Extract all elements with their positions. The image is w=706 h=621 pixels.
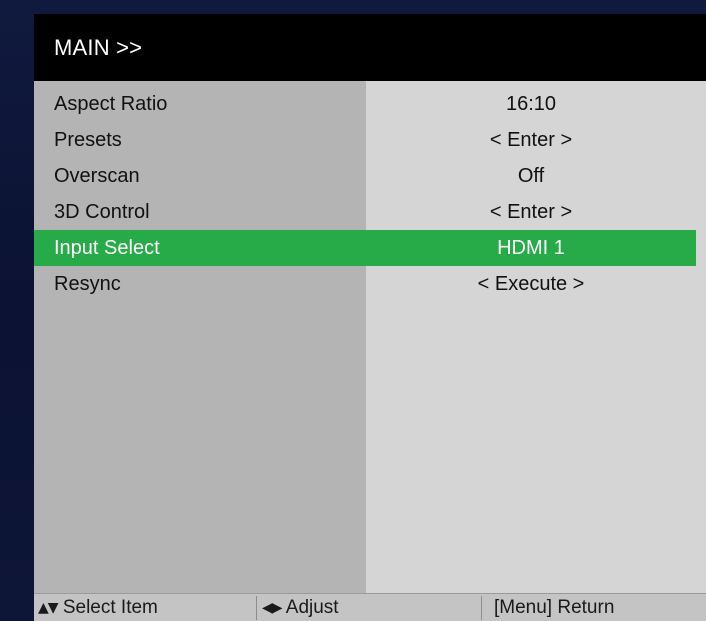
menu-item-value[interactable]: 16:10 bbox=[366, 86, 696, 122]
hint-adjust: ◀▶ Adjust bbox=[262, 594, 339, 621]
up-down-arrow-icon: ▲▼ bbox=[38, 600, 59, 616]
key-hint-bar: ▲▼ Select Item ◀▶ Adjust [Menu] Return bbox=[34, 593, 706, 621]
menu-item-label: Aspect Ratio bbox=[54, 93, 168, 115]
hint-select-item: ▲▼ Select Item bbox=[38, 594, 158, 621]
hint-adjust-label: Adjust bbox=[285, 597, 339, 618]
menu-item-overscan[interactable]: Overscan Off bbox=[34, 158, 696, 194]
menu-item-value[interactable]: Off bbox=[366, 158, 696, 194]
menu-title: MAIN >> bbox=[34, 14, 706, 81]
menu-item-label: 3D Control bbox=[54, 201, 150, 223]
osd-menu: MAIN >> Aspect Ratio 16:10 Presets < Ent… bbox=[34, 14, 706, 621]
menu-item-3d-control[interactable]: 3D Control < Enter > bbox=[34, 194, 696, 230]
menu-list: Aspect Ratio 16:10 Presets < Enter > Ove… bbox=[34, 86, 696, 302]
hint-select-label: Select Item bbox=[62, 597, 158, 618]
menu-item-label: Presets bbox=[54, 129, 122, 151]
menu-item-resync[interactable]: Resync < Execute > bbox=[34, 266, 696, 302]
menu-item-input-select[interactable]: Input Select HDMI 1 bbox=[34, 230, 696, 266]
menu-item-label: Input Select bbox=[54, 237, 160, 259]
hint-divider bbox=[256, 596, 257, 620]
menu-item-value[interactable]: HDMI 1 bbox=[366, 230, 696, 266]
menu-item-label: Overscan bbox=[54, 165, 140, 187]
menu-item-label: Resync bbox=[54, 273, 121, 295]
hint-menu-return: [Menu] Return bbox=[494, 597, 615, 618]
left-right-arrow-icon: ◀▶ bbox=[262, 600, 283, 616]
menu-body: Aspect Ratio 16:10 Presets < Enter > Ove… bbox=[34, 81, 706, 593]
menu-item-aspect-ratio[interactable]: Aspect Ratio 16:10 bbox=[34, 86, 696, 122]
menu-item-presets[interactable]: Presets < Enter > bbox=[34, 122, 696, 158]
hint-divider bbox=[481, 596, 482, 620]
menu-item-value[interactable]: < Enter > bbox=[366, 122, 696, 158]
projector-screen: MAIN >> Aspect Ratio 16:10 Presets < Ent… bbox=[0, 0, 706, 621]
menu-item-value[interactable]: < Enter > bbox=[366, 194, 696, 230]
menu-item-value[interactable]: < Execute > bbox=[366, 266, 696, 302]
